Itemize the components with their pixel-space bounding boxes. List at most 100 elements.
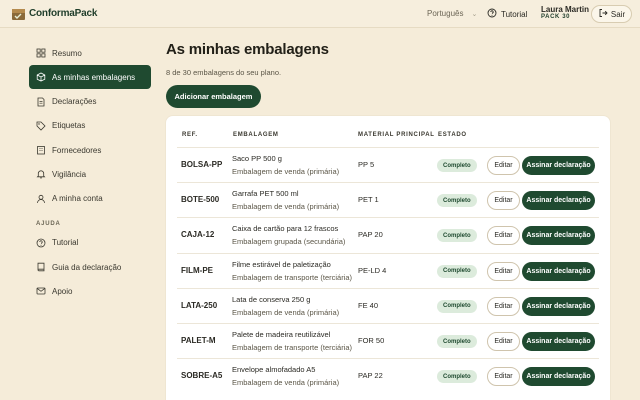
sidebar-item-tutorial[interactable]: Tutorial bbox=[29, 231, 151, 255]
sidebar-item-label: As minhas embalagens bbox=[52, 72, 136, 82]
edit-button[interactable]: Editar bbox=[487, 156, 520, 175]
bell-icon bbox=[36, 170, 46, 179]
sign-declaration-button[interactable]: Assinar declaração bbox=[522, 191, 595, 211]
sidebar-item-etiquetas[interactable]: Etiquetas bbox=[29, 114, 151, 138]
sidebar-item-label: Vigilância bbox=[52, 169, 87, 179]
edit-button[interactable]: Editar bbox=[487, 226, 520, 246]
brand-logo[interactable]: ConformaPack bbox=[11, 6, 97, 21]
logout-icon bbox=[598, 8, 608, 20]
sign-declaration-button[interactable]: Assinar declaração bbox=[522, 226, 595, 246]
language-select[interactable]: Português ⌄ bbox=[427, 9, 477, 18]
row-ref: CAJA-12 bbox=[181, 230, 215, 240]
user-plan: PACK 30 bbox=[541, 14, 571, 21]
row-material: PAP 20 bbox=[358, 230, 383, 240]
table-row: BOTE-500 Garrafa PET 500 ml Embalagem de v… bbox=[177, 182, 599, 217]
status-badge: Completo bbox=[437, 335, 477, 348]
sign-declaration-button[interactable]: Assinar declaração bbox=[522, 156, 595, 175]
row-ref: PALET-M bbox=[181, 336, 216, 345]
sidebar-item-resumo[interactable]: Resumo bbox=[29, 41, 151, 65]
sidebar: Resumo As minhas embalagens Declarações … bbox=[29, 41, 151, 304]
row-packaging-name: Caixa de cartão para 12 frascos bbox=[232, 224, 339, 234]
column-header-packaging: EMBALAGEM bbox=[233, 132, 279, 138]
column-header-material: MATERIAL PRINCIPAL bbox=[358, 132, 435, 138]
edit-button[interactable]: Editar bbox=[487, 367, 520, 387]
row-packaging-type: Embalagem de venda (primária) bbox=[232, 167, 340, 176]
sign-declaration-button[interactable]: Assinar declaração bbox=[522, 367, 595, 387]
row-packaging-name: Lata de conserva 250 g bbox=[232, 294, 311, 304]
row-ref: SOBRE-A5 bbox=[181, 371, 223, 381]
chevron-down-icon: ⌄ bbox=[471, 10, 478, 18]
status-badge: Completo bbox=[437, 370, 477, 384]
page-subtitle: 8 de 30 embalagens do seu plano. bbox=[166, 68, 282, 77]
sidebar-item-label: Tutorial bbox=[52, 238, 79, 248]
help-section-label: AJUDA bbox=[36, 220, 61, 227]
packaging-table-card: REF. EMBALAGEM MATERIAL PRINCIPAL ESTADO… bbox=[166, 116, 610, 400]
row-packaging-type: Embalagem de transporte (terciária) bbox=[232, 343, 353, 352]
row-packaging-type: Embalagem de transporte (terciária) bbox=[232, 272, 353, 282]
sidebar-item-label: Etiquetas bbox=[52, 121, 86, 131]
table-row: BOLSA-PP Saco PP 500 g Embalagem de venda … bbox=[177, 147, 599, 182]
column-header-ref: REF. bbox=[182, 132, 198, 138]
logout-label: Sair bbox=[610, 9, 626, 19]
row-packaging-name: Saco PP 500 g bbox=[232, 154, 282, 163]
table-row: PALET-M Palete de madeira reutilizável Emb… bbox=[177, 323, 599, 358]
document-icon bbox=[37, 97, 45, 106]
page-title: As minhas embalagens bbox=[166, 41, 329, 58]
table-header: REF. EMBALAGEM MATERIAL PRINCIPAL ESTADO bbox=[166, 116, 610, 148]
status-badge: Completo bbox=[437, 264, 477, 278]
tutorial-label: Tutorial bbox=[501, 9, 528, 19]
row-ref: FILM-PE bbox=[181, 265, 213, 275]
column-header-status: ESTADO bbox=[438, 132, 467, 138]
sidebar-item-embalagens[interactable]: As minhas embalagens bbox=[29, 65, 151, 90]
row-material: PP 5 bbox=[358, 160, 375, 169]
sign-declaration-button[interactable]: Assinar declaração bbox=[522, 332, 595, 351]
sidebar-item-label: Declarações bbox=[52, 97, 97, 107]
row-material: PET 1 bbox=[358, 195, 379, 205]
sign-declaration-button[interactable]: Assinar declaração bbox=[522, 261, 595, 281]
sidebar-item-apoio[interactable]: Apoio bbox=[29, 279, 151, 303]
tutorial-link[interactable]: Tutorial bbox=[487, 8, 527, 20]
sidebar-item-label: A minha conta bbox=[52, 194, 103, 204]
sidebar-item-conta[interactable]: A minha conta bbox=[29, 187, 151, 211]
building-icon bbox=[37, 146, 45, 155]
table-row: SOBRE-A5 Envelope almofadado A5 Embalagem … bbox=[177, 358, 599, 393]
status-badge: Completo bbox=[437, 194, 477, 208]
row-ref: LATA-250 bbox=[181, 300, 218, 310]
edit-button[interactable]: Editar bbox=[487, 191, 520, 211]
language-label: Português bbox=[427, 9, 464, 18]
sidebar-item-label: Guia da declaração bbox=[52, 262, 122, 272]
box-logo-icon bbox=[11, 6, 26, 21]
row-material: PAP 22 bbox=[358, 371, 383, 381]
sidebar-item-declaracoes[interactable]: Declarações bbox=[29, 90, 151, 114]
row-packaging-name: Garrafa PET 500 ml bbox=[232, 189, 299, 199]
row-material: PE-LD 4 bbox=[358, 265, 387, 275]
add-packaging-button[interactable]: Adicionar embalagem bbox=[166, 85, 261, 108]
tag-icon bbox=[36, 121, 46, 131]
row-packaging-type: Embalagem grupada (secundária) bbox=[232, 237, 346, 247]
edit-button[interactable]: Editar bbox=[487, 332, 520, 351]
user-info: Laura Martin PACK 30 bbox=[541, 5, 589, 21]
row-packaging-type: Embalagem de venda (primária) bbox=[232, 307, 340, 317]
user-icon bbox=[37, 194, 45, 203]
status-badge: Completo bbox=[437, 299, 477, 313]
row-material: FOR 50 bbox=[358, 336, 385, 345]
help-circle-icon bbox=[36, 238, 46, 248]
edit-button[interactable]: Editar bbox=[487, 261, 520, 281]
edit-button[interactable]: Editar bbox=[487, 296, 520, 316]
sign-declaration-button[interactable]: Assinar declaração bbox=[522, 296, 595, 316]
sidebar-item-fornecedores[interactable]: Fornecedores bbox=[29, 138, 151, 162]
help-circle-icon bbox=[487, 8, 497, 20]
sidebar-item-label: Fornecedores bbox=[52, 145, 102, 155]
table-row: LATA-250 Lata de conserva 250 g Embalagem … bbox=[177, 287, 599, 323]
row-packaging-name: Palete de madeira reutilizável bbox=[232, 330, 331, 339]
row-packaging-name: Envelope almofadado A5 bbox=[232, 365, 316, 375]
row-ref: BOLSA-PP bbox=[181, 160, 223, 169]
top-header: ConformaPack Português ⌄ Tutorial Laura … bbox=[0, 0, 640, 28]
table-row: CAJA-12 Caixa de cartão para 12 frascos Em… bbox=[177, 217, 599, 252]
table-row: FILM-PE Filme estirável de paletização Emb… bbox=[177, 252, 599, 288]
mail-icon bbox=[36, 287, 46, 295]
logout-button[interactable]: Sair bbox=[591, 5, 632, 23]
row-ref: BOTE-500 bbox=[181, 195, 220, 205]
sidebar-item-guia[interactable]: Guia da declaração bbox=[29, 255, 151, 279]
sidebar-item-vigilancia[interactable]: Vigilância bbox=[29, 162, 151, 186]
